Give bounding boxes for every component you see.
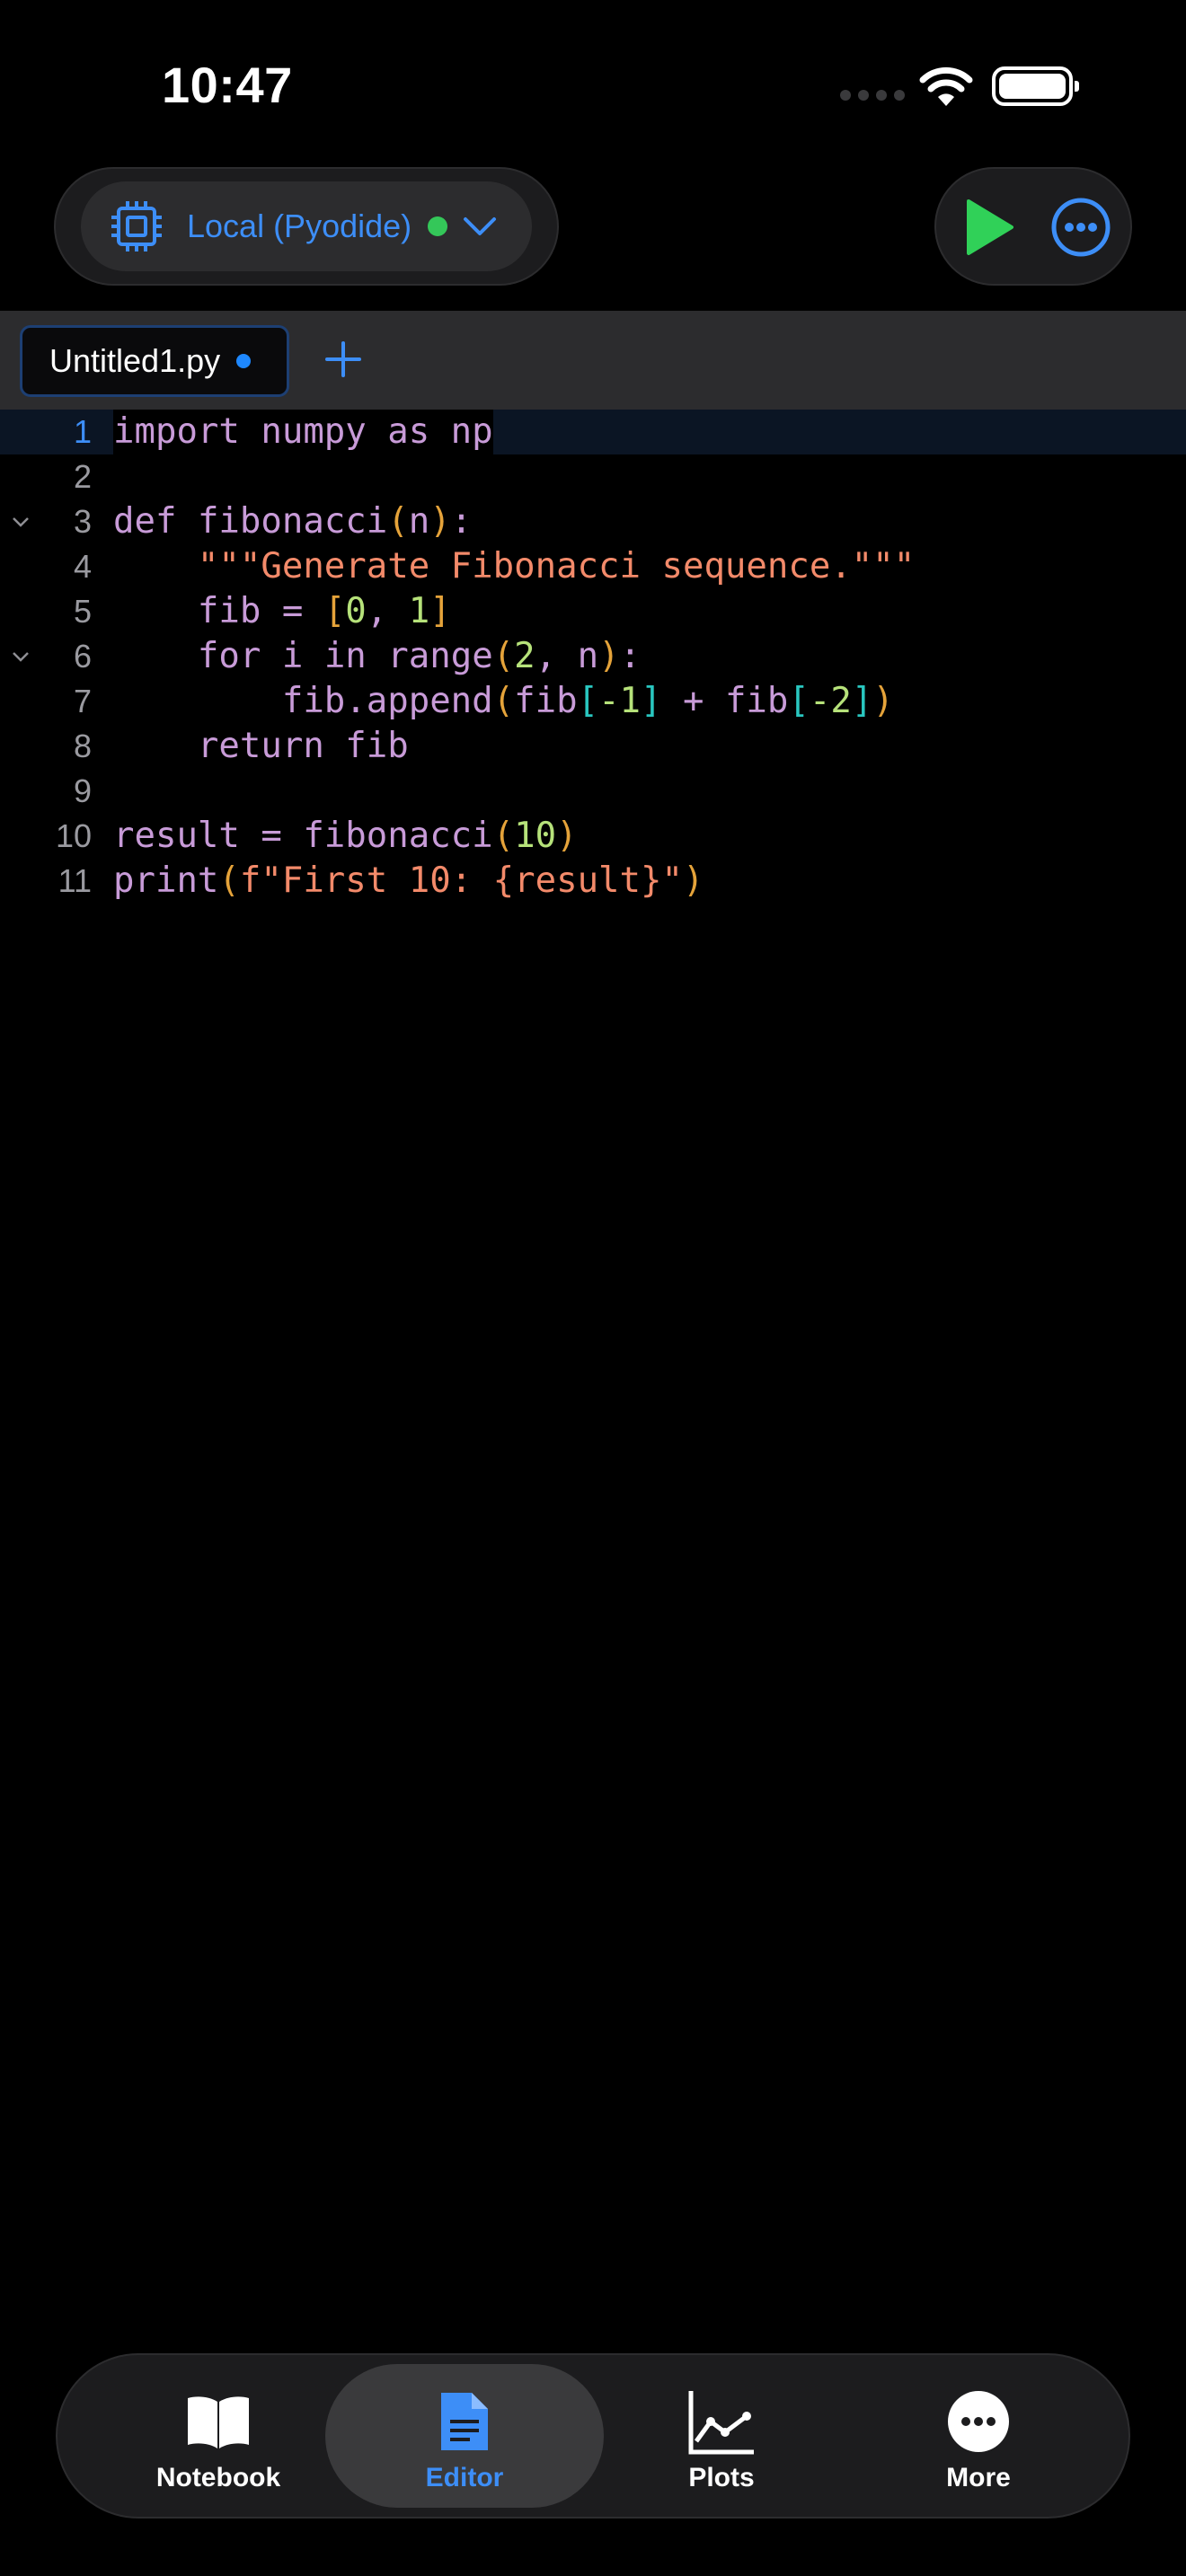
document-icon [441,2393,488,2450]
line-code: import numpy as np [113,410,493,454]
code-line[interactable]: 7 fib.append(fib[-1] + fib[-2]) [0,679,1186,724]
line-number: 11 [58,862,92,899]
code-line[interactable]: 8 return fib [0,724,1186,769]
code-line[interactable]: 5 fib = [0, 1] [0,589,1186,634]
code-line[interactable]: 10 result = fibonacci(10) [0,814,1186,859]
fold-chevron-icon[interactable] [11,512,31,532]
status-bar: 10:47 [0,0,1186,171]
tab-more[interactable]: More [839,2364,1118,2508]
add-tab-button[interactable] [320,336,367,383]
wifi-icon [919,66,973,106]
book-icon [188,2396,249,2448]
run-button[interactable] [956,196,1019,259]
editor-actions [934,167,1132,286]
battery-icon [992,66,1079,106]
line-number: 3 [73,503,92,540]
line-number: 7 [73,683,92,719]
code-line[interactable]: 9 [0,769,1186,814]
cellular-signal-icon [840,90,905,101]
tab-plots[interactable]: Plots [582,2364,861,2508]
line-code: result = fibonacci(10) [113,816,578,856]
line-number: 8 [73,728,92,764]
line-code: """Generate Fibonacci sequence.""" [113,546,916,587]
bottom-tab-bar: Notebook Editor Plots More [56,2353,1130,2519]
tab-label: More [946,2463,1011,2492]
tab-notebook[interactable]: Notebook [79,2364,358,2508]
cpu-icon [111,201,162,251]
fold-chevron-icon[interactable] [11,647,31,666]
line-number: 10 [55,817,92,854]
file-tab-name: Untitled1.py [49,342,221,379]
line-chart-icon [688,2391,754,2455]
line-number: 5 [73,593,92,630]
kernel-selector[interactable]: Local (Pyodide) [81,181,532,271]
status-time: 10:47 [162,57,293,113]
line-code: fib = [0, 1] [113,591,451,631]
line-code: fib.append(fib[-1] + fib[-2]) [113,681,894,721]
code-line[interactable]: 1 import numpy as np [0,410,1186,454]
kernel-selector-container: Local (Pyodide) [54,167,559,286]
tab-label: Editor [425,2463,504,2492]
code-line[interactable]: 3 def fibonacci(n): [0,499,1186,544]
line-number: 1 [73,413,92,450]
code-line[interactable]: 11 print(f"First 10: {result}") [0,859,1186,904]
tab-label: Notebook [155,2463,281,2492]
file-tab[interactable]: Untitled1.py [20,325,289,397]
code-line[interactable]: 4 """Generate Fibonacci sequence.""" [0,544,1186,589]
code-line[interactable]: 2 [0,454,1186,499]
tab-label: Plots [688,2463,755,2492]
line-code: return fib [113,726,409,766]
line-code: def fibonacci(n): [113,501,473,542]
line-code: print(f"First 10: {result}") [113,860,704,901]
code-editor[interactable]: 1 import numpy as np 2 3 def fibonacci(n… [0,410,1186,2341]
chevron-down-icon [464,217,497,235]
code-line[interactable]: 6 for i in range(2, n): [0,634,1186,679]
line-code: for i in range(2, n): [197,636,642,676]
ellipsis-circle-icon [948,2391,1009,2452]
line-number: 4 [73,548,92,585]
line-number: 6 [73,638,92,675]
line-number: 2 [73,458,92,495]
file-tab-bar: Untitled1.py [0,311,1186,410]
kernel-status-dot [428,216,448,236]
line-number: 9 [73,772,92,809]
unsaved-indicator [236,354,252,368]
kernel-label: Local (Pyodide) [187,207,412,244]
tab-editor[interactable]: Editor [325,2364,604,2508]
more-options-button[interactable] [1049,196,1112,259]
